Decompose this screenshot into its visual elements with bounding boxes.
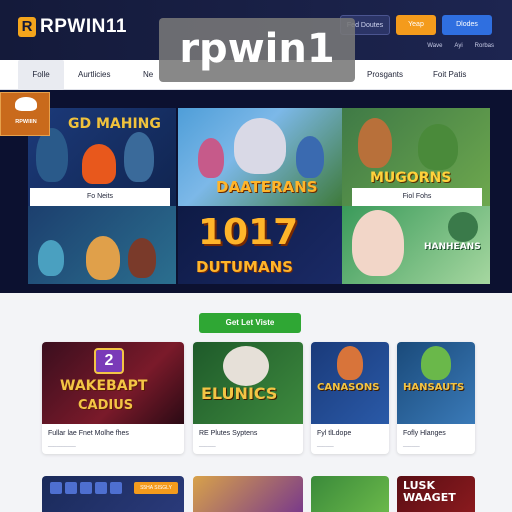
hero-tile-title: MUGORNS	[370, 170, 452, 186]
game-card-partial[interactable]	[193, 476, 303, 512]
game-card-badge: 2	[94, 348, 124, 374]
game-card-subcaption: ______	[199, 442, 216, 448]
hero-tile-title: DAATERANS	[216, 178, 318, 196]
game-card-title: WAKEBAPT	[60, 378, 148, 394]
game-card-partial[interactable]	[311, 476, 389, 512]
game-card-image: ELUNICS	[193, 342, 303, 424]
game-card-title: HANSAUTS	[403, 382, 465, 393]
hero-tile-title: GD MAHING	[68, 116, 161, 132]
game-icon	[80, 482, 92, 494]
game-card-subcaption: __________	[48, 442, 76, 448]
hero-tile-subtitle: DUTUMANS	[196, 258, 293, 276]
game-card-subcaption: ______	[403, 442, 420, 448]
game-card-title: ELUNICS	[201, 384, 278, 403]
game-card-caption: Fofly Hlanges	[403, 430, 446, 437]
game-card-caption: RE Plutes Syptens	[199, 430, 258, 437]
game-card-partial[interactable]: LUSK WAAGET	[397, 476, 475, 512]
hero-tile-label-1[interactable]: Fo Neits	[30, 188, 170, 206]
game-card-title-2: CADIUS	[78, 398, 134, 413]
play-button[interactable]: S5HA SISGLY	[134, 482, 178, 494]
nav-item-5[interactable]: Foit Patis	[433, 60, 466, 90]
corner-badge-text: RPWIIIN	[15, 119, 37, 125]
header-button-2[interactable]: Yeap	[396, 15, 436, 35]
game-card[interactable]: CANASONS Fyl tlLdope ______	[311, 342, 389, 454]
nav-item-2[interactable]: Aurtlicies	[78, 60, 110, 90]
hero-tile-4[interactable]	[28, 206, 176, 284]
hero-tile-5[interactable]: 1017 DUTUMANS	[178, 206, 342, 284]
header-link-3[interactable]: Rorbas	[475, 43, 494, 49]
hero-tile-2[interactable]: DAATERANS	[178, 108, 342, 206]
watermark: rpwin1	[159, 18, 355, 82]
game-card-title: CANASONS	[317, 382, 380, 393]
hero-tile-6[interactable]: HANHEANS	[342, 206, 490, 284]
game-card-caption: Fyl tlLdope	[317, 430, 352, 437]
game-icon	[65, 482, 77, 494]
game-card-caption: Fullar lae Fnet Molhe fhes	[48, 430, 129, 437]
game-card-title: LUSK WAAGET	[403, 479, 456, 504]
game-card-partial[interactable]: S5HA SISGLY	[42, 476, 184, 512]
logo-mark-icon: R	[18, 17, 36, 37]
get-started-button[interactable]: Get Let Viste	[199, 313, 301, 333]
hero-tile-label-3[interactable]: Fiol Fohs	[352, 188, 482, 206]
bull-icon	[15, 97, 37, 111]
nav-item-3[interactable]: Ne	[143, 60, 153, 90]
nav-item-1[interactable]: Folle	[18, 60, 64, 90]
game-icon	[95, 482, 107, 494]
site-logo[interactable]: R RPWIN11	[18, 16, 127, 38]
game-icon	[110, 482, 122, 494]
game-card[interactable]: 2 WAKEBAPT CADIUS Fullar lae Fnet Molhe …	[42, 342, 184, 454]
logo-text: RPWIN11	[40, 16, 127, 37]
nav-item-4[interactable]: Prosgants	[367, 60, 403, 90]
game-icons	[50, 482, 122, 494]
header-link-2[interactable]: Ayi	[454, 43, 462, 49]
hero-tile-title: 1017	[198, 212, 299, 253]
game-card-subcaption: ______	[317, 442, 334, 448]
game-card[interactable]: HANSAUTS Fofly Hlanges ______	[397, 342, 475, 454]
header-links: Wave Ayi Rorbas	[427, 43, 494, 49]
game-card-image: 2 WAKEBAPT CADIUS	[42, 342, 184, 424]
game-icon	[50, 482, 62, 494]
game-card[interactable]: ELUNICS RE Plutes Syptens ______	[193, 342, 303, 454]
hero-tile-title: HANHEANS	[424, 242, 481, 252]
header-link-1[interactable]: Wave	[427, 43, 442, 49]
header-button-3[interactable]: Dlodes	[442, 15, 492, 35]
game-card-image: CANASONS	[311, 342, 389, 424]
game-card-image: HANSAUTS	[397, 342, 475, 424]
corner-badge[interactable]: RPWIIIN	[0, 92, 50, 136]
